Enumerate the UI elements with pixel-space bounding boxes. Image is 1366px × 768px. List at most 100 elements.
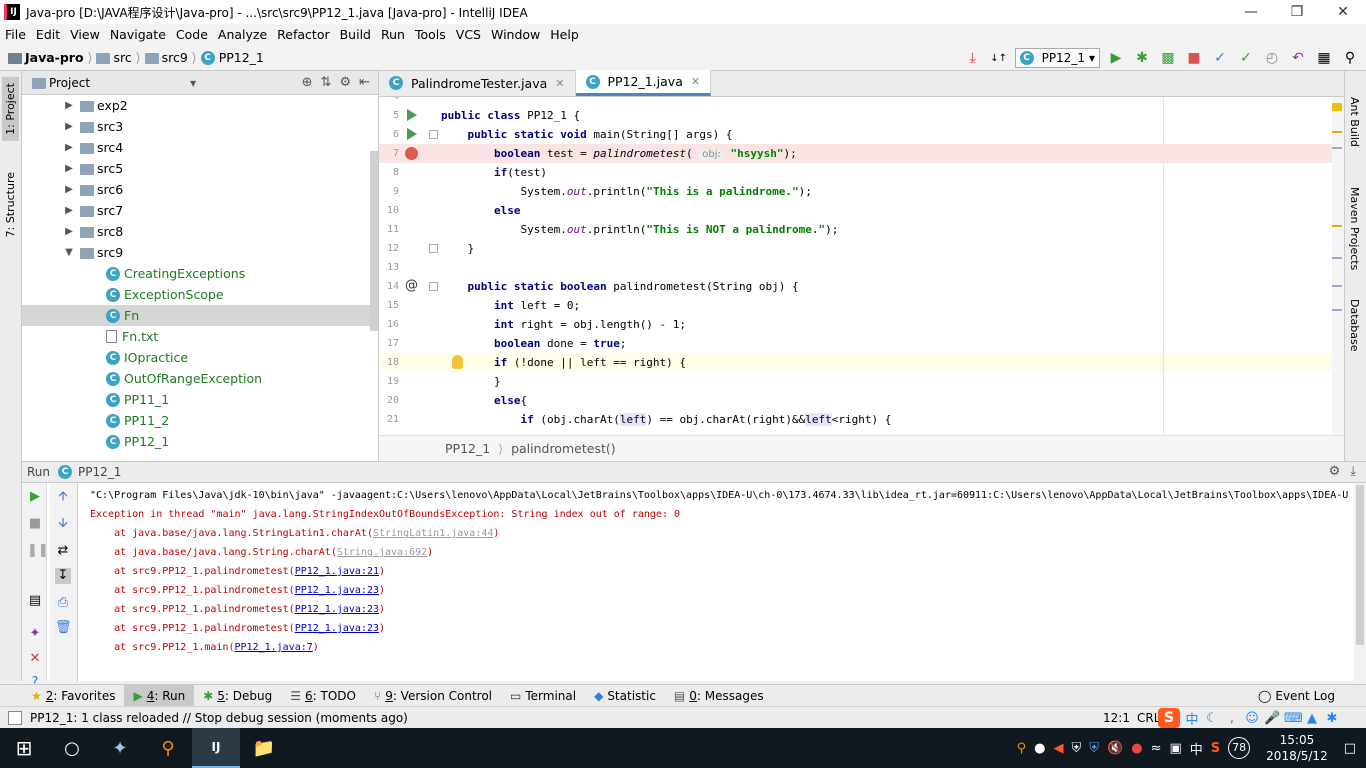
target-icon[interactable]: ⊕ xyxy=(302,75,313,90)
coverage-icon[interactable]: ▩ xyxy=(1158,48,1178,68)
netease-icon[interactable]: ● xyxy=(1131,741,1142,756)
qq-icon[interactable]: ● xyxy=(1034,741,1045,756)
print-icon[interactable]: ⎙ xyxy=(55,595,71,611)
tree-item[interactable]: C Fn xyxy=(22,305,378,326)
clear-all-icon[interactable]: 🗑 xyxy=(55,620,72,636)
chevron-right-icon[interactable]: ▶ xyxy=(62,100,76,111)
dump-threads-icon[interactable]: ▤ xyxy=(27,593,43,609)
toggle-tool-windows-icon[interactable] xyxy=(8,710,22,725)
line-number[interactable]: 14 xyxy=(379,281,403,292)
code-line[interactable]: 12 } xyxy=(379,239,1344,258)
fold-marker-icon[interactable] xyxy=(429,130,438,139)
tool-tab-messages[interactable]: ▤ 0: Messages xyxy=(665,685,773,707)
tree-item[interactable]: C OutOfRangeException xyxy=(22,368,378,389)
marker[interactable] xyxy=(1332,285,1342,287)
tree-item[interactable]: ▶ src5 xyxy=(22,158,378,179)
line-number[interactable]: 9 xyxy=(379,186,403,197)
gutter[interactable] xyxy=(403,410,441,429)
console-output[interactable]: "C:\Program Files\Java\jdk-10\bin\java" … xyxy=(78,483,1354,682)
code-line[interactable]: 15 int left = 0; xyxy=(379,296,1344,315)
gutter[interactable] xyxy=(403,125,441,144)
tree-item[interactable]: Fn.txt xyxy=(22,326,378,347)
gutter[interactable]: @ xyxy=(403,277,441,296)
tree-item[interactable]: C IOpractice xyxy=(22,347,378,368)
project-panel-title[interactable]: Project xyxy=(49,76,90,90)
close-icon[interactable]: ✕ xyxy=(691,75,700,88)
tree-item[interactable]: C PP11_1 xyxy=(22,389,378,410)
project-tool-tab[interactable]: 1: Project xyxy=(2,77,19,141)
menu-vcs[interactable]: VCS xyxy=(451,27,486,42)
menu-refactor[interactable]: Refactor xyxy=(272,27,334,42)
breakpoint-icon[interactable] xyxy=(405,147,418,160)
code-line[interactable]: 21 if (obj.charAt(left) == obj.charAt(ri… xyxy=(379,410,1344,429)
menu-view[interactable]: View xyxy=(65,27,105,42)
keyboard-icon[interactable]: ⌨ xyxy=(1284,711,1303,726)
line-number[interactable]: 5 xyxy=(379,110,403,121)
marker[interactable] xyxy=(1332,147,1342,149)
menu-tools[interactable]: Tools xyxy=(410,27,451,42)
tool-tab-favorites[interactable]: ★ 2: Favorites xyxy=(22,685,124,707)
intention-bulb-icon[interactable] xyxy=(452,355,463,369)
fold-marker-icon[interactable] xyxy=(429,282,438,291)
search-icon[interactable]: ⚲ xyxy=(1340,48,1360,68)
line-number[interactable]: 15 xyxy=(379,300,403,311)
source-link[interactable]: PP12_1.java:21 xyxy=(295,566,379,577)
caret-position[interactable]: 12:1 xyxy=(1103,711,1130,725)
sort-icon[interactable]: ↓↑ xyxy=(989,48,1009,68)
hide-icon[interactable]: ⤓ xyxy=(1350,464,1356,479)
clock[interactable]: 15:05 2018/5/12 xyxy=(1266,732,1328,764)
tree-item[interactable]: ▼ src9 xyxy=(22,242,378,263)
tree-item[interactable]: ▶ src3 xyxy=(22,116,378,137)
breadcrumb-src9[interactable]: src9 xyxy=(162,50,188,65)
gutter[interactable] xyxy=(403,182,441,201)
breadcrumb-src[interactable]: src xyxy=(113,50,131,65)
security-icon[interactable]: ⛨ xyxy=(1072,741,1082,756)
close-icon[interactable]: ✕ xyxy=(555,77,564,90)
tray-app-icon[interactable]: ◀ xyxy=(1054,741,1064,756)
chevron-right-icon[interactable]: ▶ xyxy=(62,121,76,132)
stop-icon[interactable]: ■ xyxy=(1184,48,1204,68)
sogou-tray-icon[interactable]: S xyxy=(1211,741,1220,756)
tree-item[interactable]: C ExceptionScope xyxy=(22,284,378,305)
comma-icon[interactable]: , xyxy=(1224,711,1240,726)
vcs-commit-icon[interactable]: ✓ xyxy=(1236,48,1256,68)
line-number[interactable]: 17 xyxy=(379,338,403,349)
line-number[interactable]: 21 xyxy=(379,414,403,425)
menu-help[interactable]: Help xyxy=(545,27,584,42)
gutter[interactable] xyxy=(403,391,441,410)
line-number[interactable]: 16 xyxy=(379,319,403,330)
database-tab[interactable]: Database xyxy=(1346,293,1363,358)
code-line[interactable]: 9 System.out.println("This is a palindro… xyxy=(379,182,1344,201)
windows-start-icon[interactable]: ⊞ xyxy=(0,728,48,768)
line-number[interactable]: 8 xyxy=(379,167,403,178)
ant-build-tab[interactable]: Ant Build xyxy=(1346,91,1363,153)
mic-icon[interactable]: 🎤 xyxy=(1264,711,1280,726)
chevron-right-icon[interactable]: ▶ xyxy=(62,226,76,237)
sogou-ime-logo[interactable]: S xyxy=(1158,708,1180,728)
marker[interactable] xyxy=(1332,257,1342,259)
soft-wrap-icon[interactable]: ⇄ xyxy=(55,543,71,559)
hide-icon[interactable]: ⇤ xyxy=(359,75,370,90)
stop-icon[interactable]: ■ xyxy=(27,516,43,532)
code-editor[interactable]: 4 5 public class PP12_1 {6 public static v… xyxy=(379,97,1344,435)
vcs-update-icon[interactable]: ✓ xyxy=(1210,48,1230,68)
history-icon[interactable]: ◴ xyxy=(1262,48,1282,68)
shield-icon[interactable]: ⛨ xyxy=(1089,741,1099,756)
ime-chinese-mode[interactable]: 中 xyxy=(1184,709,1200,728)
gutter[interactable] xyxy=(403,106,441,125)
tool-tab-run[interactable]: ▶ 4: Run xyxy=(124,684,195,707)
line-number[interactable]: 13 xyxy=(379,262,403,273)
tree-item[interactable]: ▶ exp2 xyxy=(22,95,378,116)
gutter[interactable] xyxy=(403,296,441,315)
source-link[interactable]: PP12_1.java:23 xyxy=(295,623,379,634)
volume-muted-icon[interactable]: 🔇 xyxy=(1107,741,1123,756)
code-line[interactable]: 11 System.out.println("This is NOT a pal… xyxy=(379,220,1344,239)
close-window-button[interactable]: ✕ xyxy=(1320,0,1366,24)
gutter[interactable] xyxy=(403,220,441,239)
search-app-icon[interactable]: ⚲ xyxy=(144,728,192,768)
chevron-right-icon[interactable]: ▶ xyxy=(62,184,76,195)
gutter[interactable] xyxy=(403,163,441,182)
project-scrollbar[interactable] xyxy=(370,151,378,331)
tool-tab-terminal[interactable]: ▭ Terminal xyxy=(501,685,585,707)
fold-marker-icon[interactable] xyxy=(429,244,438,253)
